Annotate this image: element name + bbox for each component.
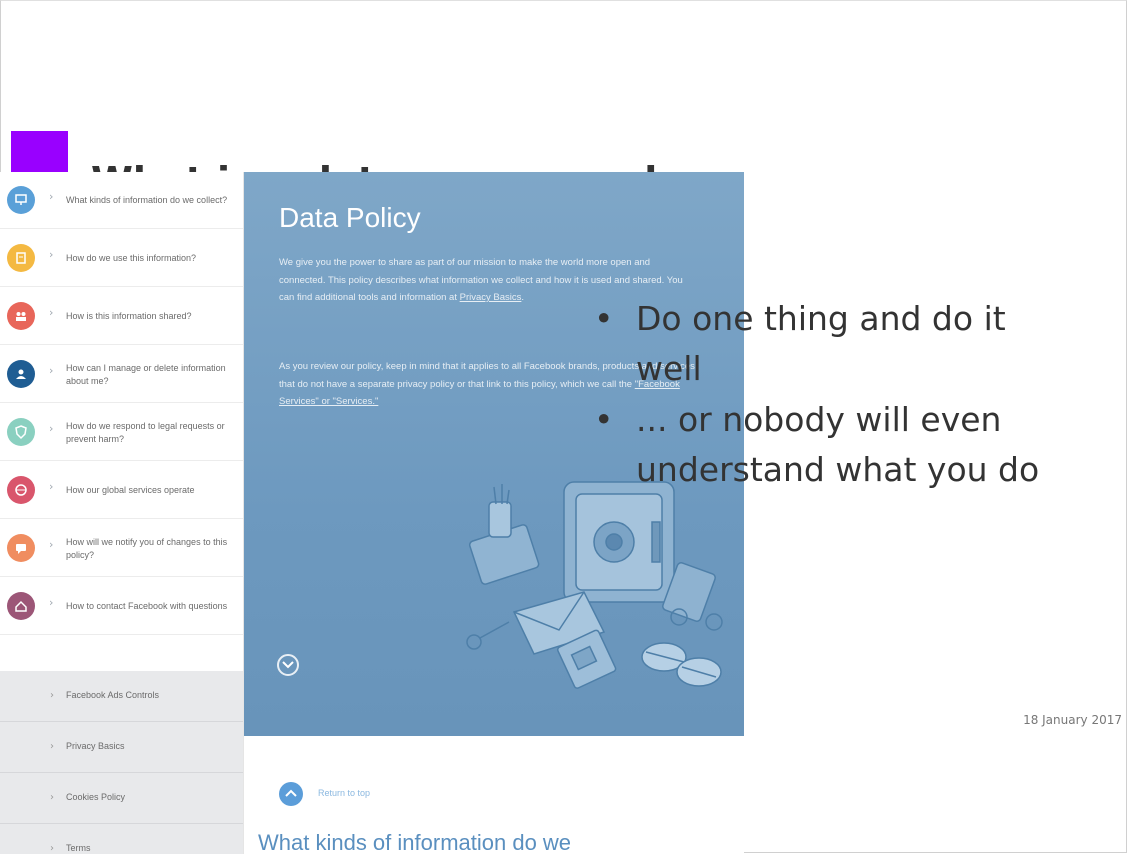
section-heading: What kinds of information do we: [258, 830, 572, 854]
chevron-right-icon: ›: [50, 843, 54, 854]
sidebar-item[interactable]: › How do we respond to legal requests or …: [0, 404, 243, 461]
bullet-list: • Do one thing and do it well • ... or nob…: [594, 294, 1074, 496]
sidebar-item[interactable]: › How our global services operate: [0, 462, 243, 519]
sidebar-item-label: What kinds of information do we collect?: [66, 195, 228, 206]
hero-title: Data Policy: [279, 202, 421, 233]
footer-link[interactable]: › Terms: [0, 824, 243, 854]
data-policy-screenshot: › What kinds of information do we collect…: [0, 172, 744, 854]
sidebar-footer-links: › Facebook Ads Controls › Privacy Basics › Co…: [0, 671, 243, 854]
policy-content-area: Return to top What kinds of information …: [244, 736, 744, 854]
sidebar-item[interactable]: › What kinds of information do we collect…: [0, 172, 243, 229]
footer-link-label: Facebook Ads Controls: [66, 690, 160, 700]
chevron-right-icon: ›: [49, 480, 54, 493]
chevron-right-icon: ›: [49, 422, 54, 435]
sidebar-item-label: How our global services operate: [66, 485, 195, 496]
chevron-right-icon: ›: [50, 792, 54, 803]
return-to-top-button[interactable]: [279, 782, 303, 806]
sidebar-item[interactable]: › How will we notify you of changes to th…: [0, 520, 243, 577]
sidebar-item-label: How will we notify you of changes to thi…: [66, 537, 228, 560]
chevron-down-icon: [282, 661, 294, 669]
monitor-icon: [7, 186, 35, 214]
people-icon: [7, 302, 35, 330]
bullet-dot: •: [594, 299, 614, 338]
sidebar-item[interactable]: › How is this information shared?: [0, 288, 243, 345]
sidebar-item-label: How do we respond to legal requests or p…: [66, 421, 225, 444]
slide-date: 18 January 2017: [1023, 713, 1122, 727]
scroll-down-button[interactable]: [277, 654, 299, 676]
chat-icon: [7, 534, 35, 562]
clipboard-icon: [7, 244, 35, 272]
footer-link[interactable]: › Cookies Policy: [0, 773, 243, 824]
sidebar-item-label: How to contact Facebook with questions: [66, 601, 228, 612]
bullet-dot: •: [594, 399, 614, 439]
footer-link-label: Cookies Policy: [66, 792, 126, 802]
footer-link-label: Privacy Basics: [66, 741, 125, 751]
hero-paragraph-1-end: .: [521, 292, 525, 304]
accent-square: [11, 131, 68, 177]
chevron-right-icon: ›: [49, 364, 54, 377]
chevron-right-icon: ›: [50, 741, 54, 752]
privacy-basics-link[interactable]: Privacy Basics: [460, 292, 522, 303]
footer-link[interactable]: › Facebook Ads Controls: [0, 671, 243, 722]
return-to-top-link[interactable]: Return to top: [318, 788, 370, 798]
sidebar-item[interactable]: › How can I manage or delete information …: [0, 346, 243, 403]
sidebar-item[interactable]: › How to contact Facebook with questions: [0, 578, 243, 635]
sidebar-item[interactable]: › How do we use this information?: [0, 230, 243, 287]
chevron-right-icon: ›: [49, 596, 54, 609]
user-icon: [7, 360, 35, 388]
chevron-right-icon: ›: [49, 190, 54, 203]
bullet-text: ... or nobody will even understand what …: [636, 399, 1040, 490]
home-icon: [7, 592, 35, 620]
sidebar-item-label: How can I manage or delete information a…: [66, 363, 226, 386]
chevron-right-icon: ›: [50, 690, 54, 701]
bullet-item: • Do one thing and do it well: [594, 294, 1074, 395]
chevron-up-icon: [285, 789, 297, 797]
sidebar-item-label: How do we use this information?: [66, 253, 197, 264]
chevron-right-icon: ›: [49, 306, 54, 319]
shield-icon: [7, 418, 35, 446]
footer-link-label: Terms: [66, 843, 91, 853]
bullet-item: • ... or nobody will even understand what…: [594, 395, 1074, 496]
safe-illustration: [466, 481, 723, 689]
bullet-text: Do one thing and do it well: [636, 299, 1006, 389]
globe-icon: [7, 476, 35, 504]
sidebar-item-label: How is this information shared?: [66, 311, 192, 322]
footer-link[interactable]: › Privacy Basics: [0, 722, 243, 773]
chevron-right-icon: ›: [49, 538, 54, 551]
chevron-right-icon: ›: [49, 248, 54, 261]
